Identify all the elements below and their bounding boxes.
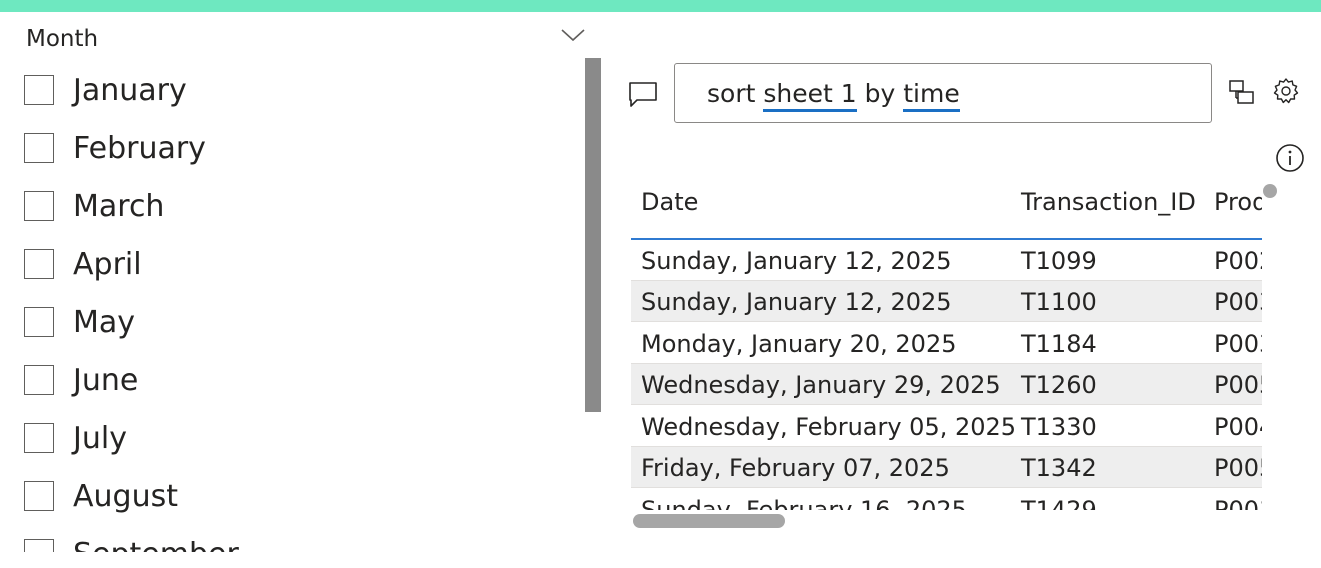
checkbox[interactable]	[24, 481, 54, 511]
month-slicer: Month January February March April May J…	[0, 12, 600, 552]
cell-transaction-id: T1100	[1021, 288, 1097, 316]
table-vertical-scrollbar[interactable]	[1263, 184, 1277, 198]
cell-transaction-id: T1184	[1021, 330, 1097, 358]
table-row: Sunday, January 12, 2025 T1099 P002	[631, 240, 1262, 281]
column-header-transaction-id[interactable]: Transaction_ID	[1021, 188, 1196, 216]
cell-product-id: P003	[1214, 288, 1262, 316]
share-icon[interactable]	[1228, 78, 1256, 106]
chat-icon[interactable]	[628, 81, 658, 109]
slicer-item-label: July	[73, 420, 127, 456]
slicer-item-june[interactable]: June	[24, 360, 138, 400]
cell-transaction-id: T1330	[1021, 413, 1097, 441]
cell-date: Friday, February 07, 2025	[641, 454, 950, 482]
cell-product-id: P005	[1214, 371, 1262, 399]
cell-product-id: P004	[1214, 413, 1262, 441]
column-header-date[interactable]: Date	[641, 188, 698, 216]
slicer-item-label: March	[73, 188, 165, 224]
slicer-title: Month	[26, 26, 99, 52]
chevron-down-icon[interactable]	[560, 26, 586, 44]
qna-middle: by	[856, 79, 904, 108]
cell-transaction-id: T1260	[1021, 371, 1097, 399]
table-row: Monday, January 20, 2025 T1184 P003	[631, 323, 1262, 364]
table-row: Sunday, January 12, 2025 T1100 P003	[631, 281, 1262, 322]
checkbox[interactable]	[24, 307, 54, 337]
checkbox[interactable]	[24, 249, 54, 279]
column-header-product-id[interactable]: Product_ID	[1214, 188, 1262, 216]
table-row: Friday, February 07, 2025 T1342 P005	[631, 447, 1262, 488]
slicer-item-label: April	[73, 246, 142, 282]
slicer-item-label: September	[73, 537, 239, 553]
checkbox[interactable]	[24, 133, 54, 163]
cell-date: Wednesday, February 05, 2025	[641, 413, 1017, 441]
slicer-item-label: August	[73, 478, 178, 514]
cell-product-id: P001	[1214, 496, 1262, 510]
gear-icon[interactable]	[1272, 77, 1300, 105]
slicer-item-may[interactable]: May	[24, 302, 135, 342]
qna-term-time[interactable]: time	[903, 79, 960, 112]
slicer-item-february[interactable]: February	[24, 128, 206, 168]
slicer-item-label: June	[73, 362, 139, 398]
cell-date: Monday, January 20, 2025	[641, 330, 957, 358]
cell-date: Sunday, January 12, 2025	[641, 247, 952, 275]
checkbox[interactable]	[24, 423, 54, 453]
qna-prefix: sort	[707, 79, 764, 108]
checkbox[interactable]	[24, 365, 54, 395]
cell-transaction-id: T1342	[1021, 454, 1097, 482]
checkbox[interactable]	[24, 75, 54, 105]
table-row: Sunday, February 16, 2025 T1429 P001	[631, 489, 1262, 510]
qna-term-sheet[interactable]: sheet 1	[763, 79, 857, 112]
table-header: Date Transaction_ID Product_ID	[631, 170, 1262, 240]
data-table: Date Transaction_ID Product_ID Sunday, J…	[631, 170, 1262, 510]
cell-transaction-id: T1099	[1021, 247, 1097, 275]
slicer-item-august[interactable]: August	[24, 476, 178, 516]
cell-transaction-id: T1429	[1021, 496, 1097, 510]
slicer-item-march[interactable]: March	[24, 186, 164, 226]
slicer-item-label: January	[73, 72, 187, 108]
slicer-item-april[interactable]: April	[24, 244, 142, 284]
cell-date: Wednesday, January 29, 2025	[641, 371, 1001, 399]
table-row: Wednesday, February 05, 2025 T1330 P004	[631, 406, 1262, 447]
cell-date: Sunday, January 12, 2025	[641, 288, 952, 316]
checkbox[interactable]	[24, 191, 54, 221]
table-row: Wednesday, January 29, 2025 T1260 P005	[631, 364, 1262, 405]
slicer-item-september[interactable]: September	[24, 534, 239, 552]
info-icon[interactable]	[1275, 143, 1305, 173]
qna-input[interactable]: sort sheet 1 by time	[674, 63, 1212, 123]
cell-product-id: P003	[1214, 330, 1262, 358]
slicer-item-label: February	[73, 130, 206, 166]
cell-product-id: P005	[1214, 454, 1262, 482]
cell-date: Sunday, February 16, 2025	[641, 496, 967, 510]
table-horizontal-scrollbar[interactable]	[633, 514, 785, 528]
top-accent-strip	[0, 0, 1321, 12]
slicer-item-july[interactable]: July	[24, 418, 127, 458]
cell-product-id: P002	[1214, 247, 1262, 275]
checkbox[interactable]	[24, 539, 54, 552]
slicer-item-label: May	[73, 304, 136, 340]
qna-question: sort sheet 1 by time	[707, 79, 960, 112]
slicer-scrollbar[interactable]	[585, 58, 601, 412]
slicer-item-january[interactable]: January	[24, 70, 187, 110]
